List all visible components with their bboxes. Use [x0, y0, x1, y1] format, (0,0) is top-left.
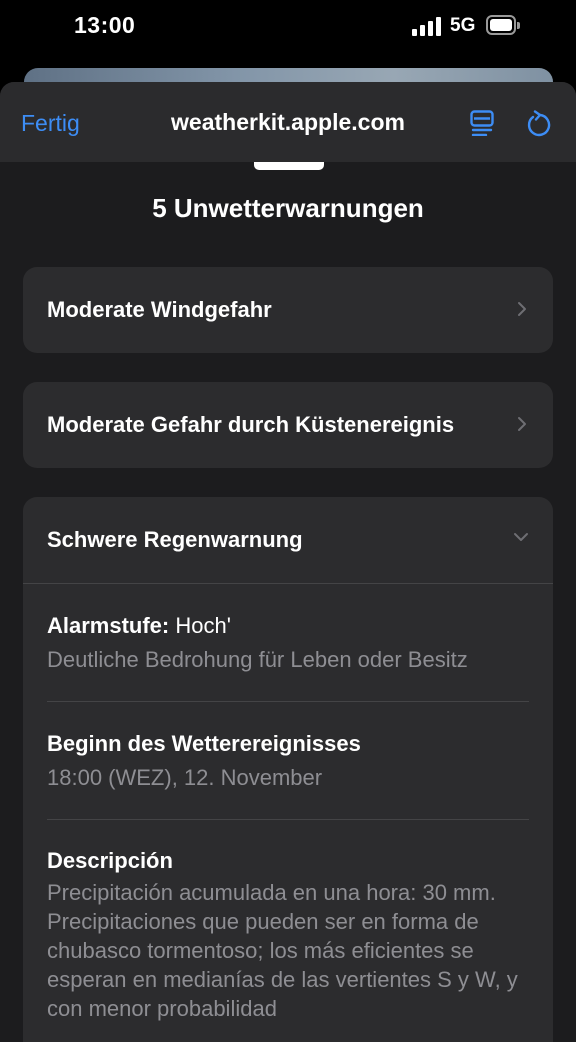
- event-start-value: 18:00 (WEZ), 12. November: [47, 765, 323, 790]
- network-type: 5G: [450, 15, 476, 36]
- chevron-right-icon: [518, 302, 526, 316]
- cellular-signal-icon: [412, 16, 442, 36]
- divider: [47, 701, 529, 702]
- alert-title: Moderate Windgefahr: [47, 297, 272, 322]
- alert-level-label: Alarmstufe:: [47, 613, 170, 638]
- alert-header-rain[interactable]: Schwere Regenwarnung: [23, 497, 553, 583]
- description-text: Precipitación acumulada en una hora: 30 …: [47, 880, 518, 1021]
- alert-card-wind[interactable]: Moderate Windgefahr: [23, 267, 553, 353]
- divider: [23, 583, 553, 584]
- status-time: 13:00: [74, 12, 136, 38]
- alert-title: Moderate Gefahr durch Küstenereignis: [47, 412, 455, 437]
- browser-toolbar: Fertig weatherkit.apple.com: [0, 82, 576, 162]
- page-title: 5 Unwetterwarnungen: [152, 193, 424, 223]
- status-bar: 13:00 5G: [0, 0, 576, 56]
- reload-icon[interactable]: [525, 110, 551, 137]
- battery-icon: [486, 15, 520, 35]
- chevron-down-icon: [514, 533, 528, 541]
- alert-level-description: Deutliche Bedrohung für Leben oder Besit…: [47, 647, 468, 672]
- alert-card-rain: Schwere Regenwarnung Alarmstufe: Hoch' D…: [23, 497, 553, 1042]
- alert-level-value: Hoch': [175, 613, 231, 638]
- chevron-right-icon: [518, 417, 526, 431]
- event-start-label: Beginn des Wetterereignisses: [47, 731, 361, 756]
- sheet-grabber[interactable]: [254, 162, 324, 170]
- alert-card-coastal[interactable]: Moderate Gefahr durch Küstenereignis: [23, 382, 553, 468]
- reader-mode-icon[interactable]: [470, 110, 494, 136]
- divider: [47, 819, 529, 820]
- browser-sheet: Fertig weatherkit.apple.com 5 Unwetterwa…: [0, 82, 576, 1042]
- description-label: Descripción: [47, 848, 173, 873]
- alert-level: Alarmstufe: Hoch': [47, 613, 231, 639]
- alert-title: Schwere Regenwarnung: [47, 527, 303, 552]
